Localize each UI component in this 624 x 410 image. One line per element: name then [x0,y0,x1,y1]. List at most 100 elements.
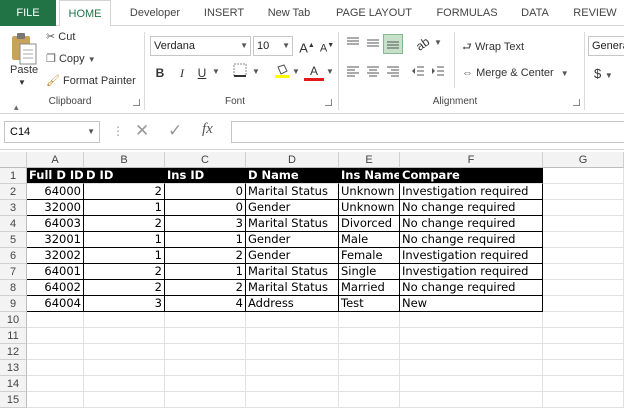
tab-file[interactable]: FILE [0,0,56,26]
wrap-text-button[interactable]: ⮐ Wrap Text [462,38,524,57]
select-all-corner[interactable] [0,152,27,168]
empty-cell[interactable] [27,312,84,328]
row-header[interactable]: 10 [0,312,27,328]
grow-font-button[interactable]: A▲ [297,36,317,56]
empty-cell[interactable] [165,312,246,328]
format-painter-button[interactable]: 🖌 Format Painter [46,74,136,87]
font-name-select[interactable]: Verdana ▼ [150,36,251,56]
empty-cell[interactable] [400,376,543,392]
empty-cell[interactable] [400,360,543,376]
empty-cell[interactable] [339,328,400,344]
number-format-select[interactable]: Genera [588,36,624,56]
table-cell[interactable]: No change required [400,280,543,296]
table-cell[interactable]: 64002 [27,280,84,296]
table-cell[interactable]: No change required [400,232,543,248]
empty-cell[interactable] [27,344,84,360]
empty-cell[interactable] [84,360,165,376]
row-header[interactable]: 8 [0,280,27,296]
table-cell[interactable]: Unknown [339,200,400,216]
table-cell[interactable]: Divorced [339,216,400,232]
row-header[interactable]: 14 [0,376,27,392]
column-header-b[interactable]: B [84,152,165,168]
empty-cell[interactable] [400,312,543,328]
font-launcher-icon[interactable] [325,99,332,106]
table-cell[interactable]: 2 [84,216,165,232]
insert-function-button[interactable]: fx [202,121,213,138]
table-header-cell[interactable]: Full D ID [27,168,84,184]
row-header[interactable]: 5 [0,232,27,248]
alignment-launcher-icon[interactable] [573,99,580,106]
row-header[interactable]: 6 [0,248,27,264]
empty-cell[interactable] [543,392,624,408]
empty-cell[interactable] [246,312,339,328]
empty-cell[interactable] [84,328,165,344]
name-box[interactable]: C14 ▼ [4,121,100,143]
table-cell[interactable]: Address [246,296,339,312]
empty-cell[interactable] [543,376,624,392]
empty-cell[interactable] [339,360,400,376]
empty-cell[interactable] [543,328,624,344]
row-header[interactable]: 11 [0,328,27,344]
row-header[interactable]: 4 [0,216,27,232]
table-cell[interactable]: 1 [165,232,246,248]
table-cell[interactable]: Marital Status [246,280,339,296]
table-cell[interactable]: 64000 [27,184,84,200]
table-cell[interactable]: Female [339,248,400,264]
table-cell[interactable]: Married [339,280,400,296]
row-header[interactable]: 1 [0,168,27,184]
font-color-dropdown-icon[interactable]: ▼ [326,67,334,76]
table-cell[interactable]: Test [339,296,400,312]
table-cell[interactable]: 0 [165,184,246,200]
column-header-f[interactable]: F [400,152,543,168]
empty-cell[interactable] [27,360,84,376]
table-cell[interactable]: Gender [246,200,339,216]
tab-developer[interactable]: Developer [122,0,188,26]
empty-cell[interactable] [84,344,165,360]
row-header[interactable]: 12 [0,344,27,360]
empty-cell[interactable] [27,376,84,392]
empty-cell[interactable] [27,328,84,344]
table-cell[interactable]: Marital Status [246,184,339,200]
row-header[interactable]: 3 [0,200,27,216]
row-header[interactable]: 13 [0,360,27,376]
row-header[interactable]: 2 [0,184,27,200]
clipboard-launcher-icon[interactable] [133,99,140,106]
table-cell[interactable]: 3 [165,216,246,232]
empty-cell[interactable] [543,344,624,360]
merge-dropdown-icon[interactable]: ▼ [561,69,569,78]
row-header[interactable]: 7 [0,264,27,280]
enter-icon[interactable]: ✓ [168,121,182,141]
table-header-cell[interactable]: Ins Name [339,168,400,184]
table-cell[interactable]: 1 [84,248,165,264]
column-header-d[interactable]: D [246,152,339,168]
table-cell[interactable]: 64001 [27,264,84,280]
table-header-cell[interactable]: D Name [246,168,339,184]
empty-cell[interactable] [246,344,339,360]
cut-button[interactable]: ✂ Cut [46,30,75,43]
align-bottom-button[interactable] [383,34,403,54]
currency-dropdown-icon[interactable]: ▼ [605,71,613,80]
empty-cell[interactable] [84,312,165,328]
collapse-ribbon-icon[interactable]: ▴ [14,102,19,113]
empty-cell[interactable] [165,360,246,376]
table-cell[interactable]: Investigation required [400,248,543,264]
table-cell[interactable]: 2 [165,280,246,296]
row-header[interactable]: 9 [0,296,27,312]
borders-dropdown-icon[interactable]: ▼ [252,67,260,76]
table-cell[interactable]: 2 [165,248,246,264]
table-cell[interactable]: 3 [84,296,165,312]
table-cell[interactable]: Unknown [339,184,400,200]
align-top-button[interactable] [343,34,363,54]
empty-cell[interactable] [543,312,624,328]
tab-data[interactable]: DATA [512,0,558,26]
empty-cell[interactable] [246,392,339,408]
table-cell[interactable]: No change required [400,200,543,216]
table-header-cell[interactable]: D ID [84,168,165,184]
align-right-button[interactable] [383,63,403,83]
table-cell[interactable]: Marital Status [246,216,339,232]
table-cell[interactable]: Investigation required [400,264,543,280]
empty-cell[interactable] [246,328,339,344]
fill-dropdown-icon[interactable]: ▼ [292,67,300,76]
table-cell[interactable]: Gender [246,248,339,264]
column-header-a[interactable]: A [27,152,84,168]
